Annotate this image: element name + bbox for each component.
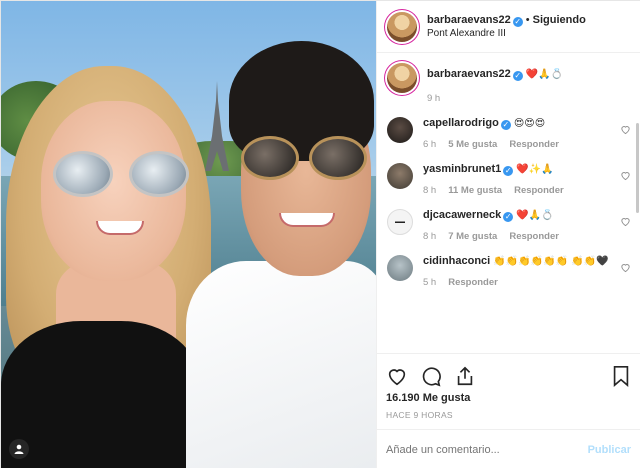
comment-username[interactable]: djcacawerneck [423, 209, 501, 221]
list-item: capellarodrigo ✓ 😍😍😍 6 h 5 Me gusta Respond… [387, 116, 631, 152]
comment-time[interactable]: 9 h [427, 93, 440, 104]
comment-username[interactable]: yasminbrunet1 [423, 163, 501, 175]
reply-button[interactable]: Responder [509, 139, 559, 150]
author-username[interactable]: barbaraevans22 [427, 14, 511, 26]
smile [279, 213, 335, 227]
add-comment-bar: Publicar [376, 429, 640, 468]
sunglasses-left [241, 136, 299, 180]
logo-icon: ▬▬ [395, 219, 405, 225]
caption: barbaraevans22 ✓ ❤️🙏💍 9 h [387, 63, 631, 106]
heart-icon[interactable] [620, 216, 631, 227]
avatar[interactable]: ▬▬ [387, 209, 413, 235]
heart-icon[interactable] [620, 262, 631, 273]
reply-button[interactable]: Responder [448, 277, 498, 288]
heart-icon[interactable] [620, 170, 631, 181]
reply-button[interactable]: Responder [514, 185, 564, 196]
comment-text: 😍😍😍 [513, 118, 546, 129]
comment-text: ❤️🙏💍 [516, 210, 554, 221]
scrollbar[interactable] [636, 123, 639, 213]
post-timestamp: HACE 9 HORAS [386, 410, 453, 420]
avatar[interactable] [387, 163, 413, 189]
comment-text: 👏👏👏👏👏👏 👏👏🖤 [493, 256, 609, 267]
sunglasses-left [53, 151, 113, 197]
comment-input[interactable] [386, 443, 588, 456]
comment-text: ❤️✨🙏 [516, 164, 554, 175]
comment-username[interactable]: capellarodrigo [423, 117, 499, 129]
verified-icon: ✓ [503, 166, 514, 176]
list-item: cidinhaconci 👏👏👏👏👏👏 👏👏🖤 5 h Responder [387, 254, 631, 290]
white-shirt [186, 261, 376, 468]
reply-button[interactable]: Responder [509, 231, 559, 242]
black-top [1, 321, 201, 468]
comment-time[interactable]: 8 h [423, 231, 436, 242]
avatar[interactable] [387, 11, 417, 42]
verified-icon: ✓ [512, 16, 523, 27]
comment-likes[interactable]: 7 Me gusta [448, 231, 497, 242]
smile [96, 221, 144, 235]
avatar[interactable] [387, 117, 413, 143]
post-actions: 16.190 Me gusta HACE 9 HORAS [376, 353, 640, 420]
caption-text: ❤️🙏💍 [525, 69, 564, 80]
user-tag-icon[interactable] [9, 439, 29, 459]
comment-username[interactable]: cidinhaconci [423, 255, 490, 267]
comment-icon[interactable] [420, 365, 442, 387]
publish-button[interactable]: Publicar [588, 444, 631, 456]
sunglasses-right [309, 136, 367, 180]
comment-likes[interactable]: 5 Me gusta [448, 139, 497, 150]
avatar[interactable] [387, 63, 417, 93]
verified-icon: ✓ [512, 71, 523, 81]
following-button[interactable]: Siguiendo [533, 14, 586, 26]
comment-likes[interactable]: 11 Me gusta [448, 185, 502, 196]
eiffel-tower-icon [205, 81, 229, 171]
verified-icon: ✓ [500, 120, 511, 130]
post-photo[interactable] [1, 1, 376, 468]
location-link[interactable]: Pont Alexandre III [427, 27, 586, 41]
post-header: barbaraevans22 ✓ • Siguiendo Pont Alexandre… [377, 1, 640, 53]
comment-time[interactable]: 5 h [423, 277, 436, 288]
bookmark-icon[interactable] [611, 365, 631, 387]
instagram-post-window: barbaraevans22 ✓ • Siguiendo Pont Alexandre… [0, 0, 640, 468]
comment-username[interactable]: barbaraevans22 [427, 68, 511, 80]
sunglasses-right [129, 151, 189, 197]
heart-icon[interactable] [620, 124, 631, 135]
share-icon[interactable] [454, 365, 476, 387]
list-item: ▬▬ djcacawerneck ✓ ❤️🙏💍 8 h 7 Me gusta Resp… [387, 208, 631, 244]
comments-list: barbaraevans22 ✓ ❤️🙏💍 9 h capellarodrigo ✓… [377, 53, 640, 353]
separator-dot: • [525, 13, 530, 26]
likes-count[interactable]: 16.190 Me gusta [386, 392, 631, 404]
list-item: yasminbrunet1 ✓ ❤️✨🙏 8 h 11 Me gusta Respon… [387, 162, 631, 198]
avatar[interactable] [387, 255, 413, 281]
comment-time[interactable]: 6 h [423, 139, 436, 150]
comment-time[interactable]: 8 h [423, 185, 436, 196]
verified-icon: ✓ [503, 212, 514, 222]
heart-icon[interactable] [386, 365, 408, 387]
